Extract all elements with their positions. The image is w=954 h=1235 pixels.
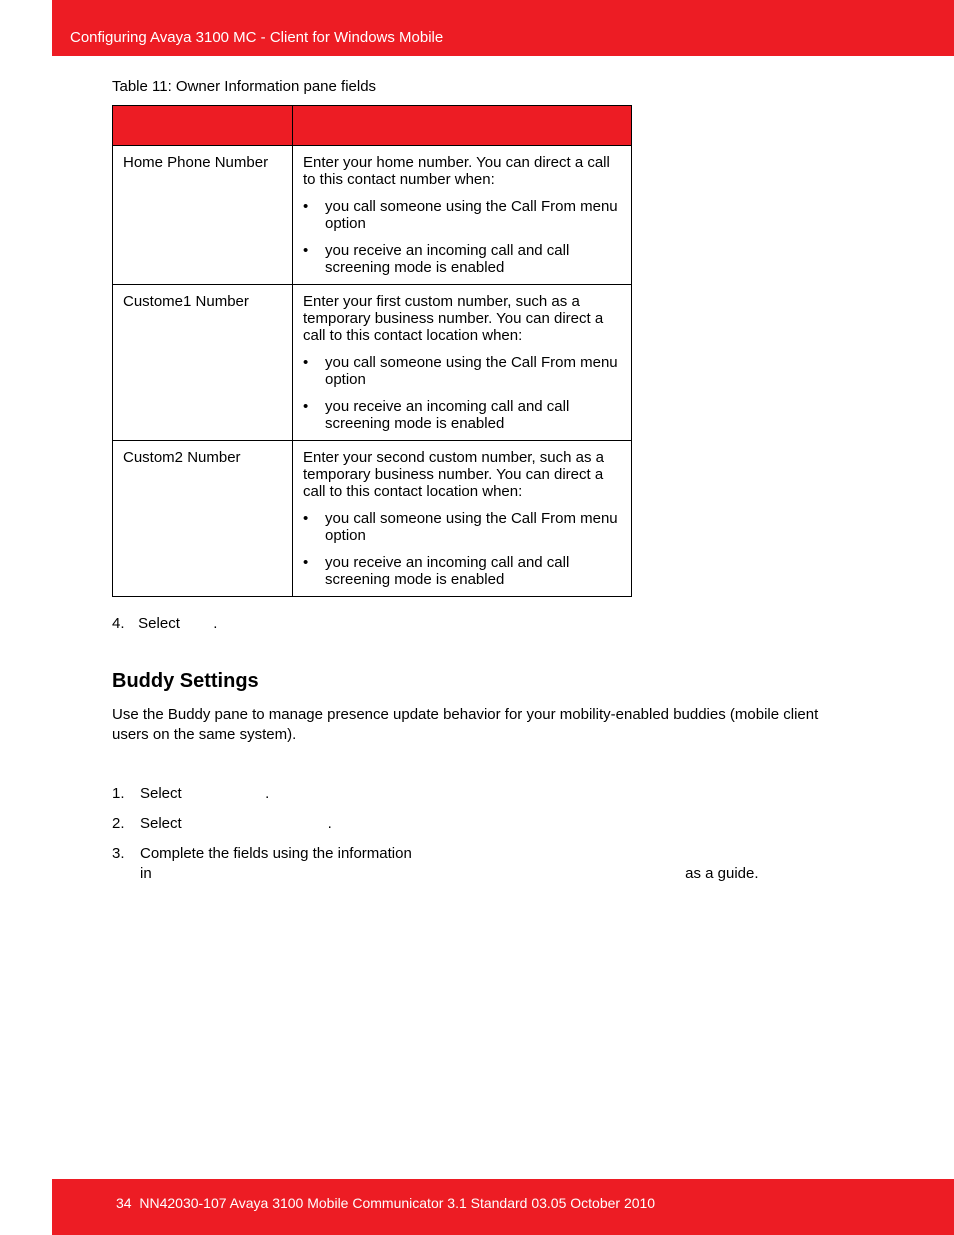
field-description: Enter your first custom number, such as …	[293, 285, 632, 441]
list-item: you call someone using the Call From men…	[303, 198, 621, 232]
page-header: Configuring Avaya 3100 MC - Client for W…	[52, 0, 954, 56]
step-text: Complete the fields using the informatio…	[140, 845, 412, 882]
header-title: Configuring Avaya 3100 MC - Client for W…	[70, 29, 443, 46]
step-4: 4. Select .	[112, 615, 842, 632]
step-number: 2.	[112, 814, 125, 834]
table-caption: Table 11: Owner Information pane fields	[112, 78, 842, 95]
table-row: Home Phone Number Enter your home number…	[113, 146, 632, 285]
step-text: Select	[138, 615, 180, 632]
list-item: you receive an incoming call and call sc…	[303, 398, 621, 432]
field-name: Custome1 Number	[113, 285, 293, 441]
step-number: 3.	[112, 844, 125, 864]
list-item: you receive an incoming call and call sc…	[303, 242, 621, 276]
table-header-field	[113, 106, 293, 146]
list-item: you receive an incoming call and call sc…	[303, 554, 621, 588]
procedure-steps: 1. Select . 2. Select . 3. Complete the …	[112, 784, 842, 885]
field-name: Custom2 Number	[113, 441, 293, 597]
step-suffix: .	[328, 815, 332, 832]
footer-doc-info: NN42030-107 Avaya 3100 Mobile Communicat…	[139, 1195, 655, 1211]
list-item: 1. Select .	[112, 784, 842, 804]
page-number: 34	[116, 1195, 132, 1211]
table-header-description	[293, 106, 632, 146]
table-row: Custom2 Number Enter your second custom …	[113, 441, 632, 597]
document-page: Configuring Avaya 3100 MC - Client for W…	[0, 0, 954, 1235]
list-item: 2. Select .	[112, 814, 842, 834]
row-intro: Enter your second custom number, such as…	[303, 449, 621, 500]
row-intro: Enter your first custom number, such as …	[303, 293, 621, 344]
table-row: Custome1 Number Enter your first custom …	[113, 285, 632, 441]
step-text: Select	[140, 815, 182, 832]
page-content: Table 11: Owner Information pane fields …	[112, 78, 842, 895]
list-item: you call someone using the Call From men…	[303, 510, 621, 544]
step-suffix: .	[213, 615, 217, 632]
list-item: 3. Complete the fields using the informa…	[112, 844, 842, 885]
field-description: Enter your second custom number, such as…	[293, 441, 632, 597]
field-name: Home Phone Number	[113, 146, 293, 285]
step-trail: as a guide.	[685, 865, 758, 882]
page-footer: 34 NN42030-107 Avaya 3100 Mobile Communi…	[52, 1179, 954, 1235]
list-item: you call someone using the Call From men…	[303, 354, 621, 388]
footer-text: 34 NN42030-107 Avaya 3100 Mobile Communi…	[116, 1195, 655, 1211]
section-intro: Use the Buddy pane to manage presence up…	[112, 705, 842, 746]
field-description: Enter your home number. You can direct a…	[293, 146, 632, 285]
step-suffix: .	[265, 785, 269, 802]
step-number: 1.	[112, 784, 125, 804]
step-number: 4.	[112, 615, 134, 632]
owner-info-table: Home Phone Number Enter your home number…	[112, 105, 632, 597]
step-text: Select	[140, 785, 182, 802]
section-heading: Buddy Settings	[112, 670, 842, 693]
row-intro: Enter your home number. You can direct a…	[303, 154, 621, 188]
